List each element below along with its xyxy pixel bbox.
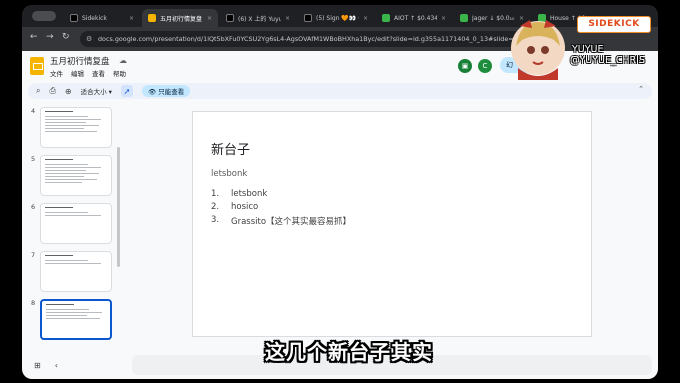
slide-thumbnail[interactable] — [40, 251, 112, 292]
slide-thumbnail[interactable] — [40, 299, 112, 340]
filmstrip-scrollbar[interactable] — [117, 147, 120, 267]
collapse-filmstrip-icon[interactable]: ‹ — [55, 361, 58, 370]
slides-app: 五月初行情复盘 ☁ 文件 编辑 查看 帮助 ▣ C 幻 ⌕ ⎙ ⊕ 适合大小 ▾ — [22, 51, 658, 379]
slide[interactable]: 新台子 letsbonk 1. letsbonk 2. hosico 3. Grass… — [192, 111, 592, 337]
x-favicon-icon — [70, 14, 78, 22]
tab-label: (6) X 上的 Yuyue — [238, 15, 281, 23]
token-favicon-icon — [382, 14, 390, 22]
meet-icon[interactable]: ▣ — [458, 59, 472, 73]
url-text: docs.google.com/presentation/d/1lQt5bXFu… — [98, 35, 532, 43]
slide-thumbnail[interactable] — [40, 203, 112, 244]
filmstrip-item[interactable]: 6 — [22, 203, 122, 245]
slide-canvas: 新台子 letsbonk 1. letsbonk 2. hosico 3. Grass… — [122, 103, 658, 353]
browser-tab[interactable]: (6) X 上的 Yuyue × — [220, 9, 296, 27]
browser-tab[interactable]: 五月初行情复盘 × — [142, 9, 218, 27]
menu-help[interactable]: 帮助 — [113, 68, 126, 78]
close-tab-icon[interactable]: × — [363, 15, 368, 22]
tab-label: AIOT ↑ $0.4346 — [394, 14, 437, 22]
menu-edit[interactable]: 编辑 — [71, 68, 84, 78]
search-icon[interactable]: ⌕ — [36, 86, 40, 96]
menu-bar: 文件 编辑 查看 帮助 — [50, 68, 126, 78]
chevron-up-icon[interactable]: ⌃ — [638, 85, 644, 93]
tab-label: Jager ↓ $0.0₁₀ — [472, 14, 515, 22]
filmstrip-item[interactable]: 7 — [22, 251, 122, 293]
video-frame: Sidekick×五月初行情复盘×(6) X 上的 Yuyue×(5) Sign… — [0, 0, 680, 383]
slides-logo-icon[interactable] — [30, 57, 44, 75]
select-cursor-icon[interactable]: ➚ — [120, 85, 133, 97]
list-item: 2. hosico — [211, 202, 259, 212]
slide-number: 8 — [31, 299, 36, 307]
streamer-avatar — [511, 20, 565, 80]
menu-view[interactable]: 查看 — [92, 68, 105, 78]
grid-view-icon[interactable]: ⊞ — [34, 361, 41, 370]
browser-tab[interactable]: Sidekick × — [64, 9, 140, 27]
close-tab-icon[interactable]: × — [285, 15, 290, 22]
forward-icon[interactable]: → — [46, 32, 54, 42]
tab-label: (5) Sign 🧡👀 ( — [316, 14, 359, 22]
bottom-bar: ⊞ ‹ — [34, 361, 58, 370]
slide-subtitle: letsbonk — [211, 169, 248, 179]
avatar[interactable]: C — [478, 59, 492, 73]
slide-title: 新台子 — [211, 143, 251, 158]
close-tab-icon[interactable]: × — [441, 15, 446, 22]
x-favicon-icon — [226, 14, 234, 22]
slide-number: 5 — [31, 155, 36, 163]
filmstrip-item[interactable]: 5 — [22, 155, 122, 197]
tab-label: 五月初行情复盘 — [160, 15, 203, 23]
cloud-saved-icon[interactable]: ☁ — [119, 56, 127, 65]
filmstrip-item[interactable]: 4 — [22, 107, 122, 149]
close-tab-icon[interactable]: × — [129, 15, 134, 22]
slide-thumbnail[interactable] — [40, 155, 112, 196]
back-icon[interactable]: ← — [30, 32, 38, 42]
slide-number: 7 — [31, 251, 36, 259]
profile-pill[interactable] — [32, 11, 56, 21]
menu-file[interactable]: 文件 — [50, 68, 63, 78]
video-subtitle: 这几个新台子其实 — [265, 340, 433, 364]
token-favicon-icon — [460, 14, 468, 22]
slide-number: 6 — [31, 203, 36, 211]
slide-number: 4 — [31, 107, 36, 115]
browser-tab[interactable]: (5) Sign 🧡👀 ( × — [298, 9, 374, 27]
view-only-button[interactable]: 👁 只能查看 — [141, 85, 191, 97]
slide-list: 1. letsbonk 2. hosico 3. Grassito【这个其实最容易抓】 — [211, 189, 351, 228]
close-tab-icon[interactable]: × — [207, 15, 212, 22]
slide-thumbnail[interactable] — [40, 107, 112, 148]
document-title[interactable]: 五月初行情复盘 — [50, 55, 110, 67]
url-field[interactable]: ⚙ docs.google.com/presentation/d/1lQt5bX… — [80, 31, 550, 47]
x-favicon-icon — [304, 14, 312, 22]
tab-label: Sidekick — [82, 14, 107, 22]
toolbar: ⌕ ⎙ ⊕ 适合大小 ▾ ➚ 👁 只能查看 ⌃ — [28, 83, 652, 99]
filmstrip-item[interactable]: 8 — [22, 299, 122, 341]
list-item: 1. letsbonk — [211, 189, 268, 199]
zoom-icon[interactable]: ⊕ — [65, 87, 72, 96]
list-item: 3. Grassito【这个其实最容易抓】 — [211, 215, 352, 227]
streamer-handle: YUYUE @YUYUE_CHRIS — [570, 44, 645, 66]
sidekick-badge: SIDEKICK — [577, 16, 651, 33]
filmstrip: 4 5 6 7 8 — [22, 103, 122, 363]
print-icon[interactable]: ⎙ — [49, 86, 55, 96]
slides-favicon-icon — [148, 14, 156, 22]
reload-icon[interactable]: ↻ — [62, 32, 70, 42]
browser-tab[interactable]: AIOT ↑ $0.4346 × — [376, 9, 452, 27]
site-info-icon[interactable]: ⚙ — [86, 31, 92, 47]
zoom-select[interactable]: 适合大小 ▾ — [81, 86, 112, 96]
